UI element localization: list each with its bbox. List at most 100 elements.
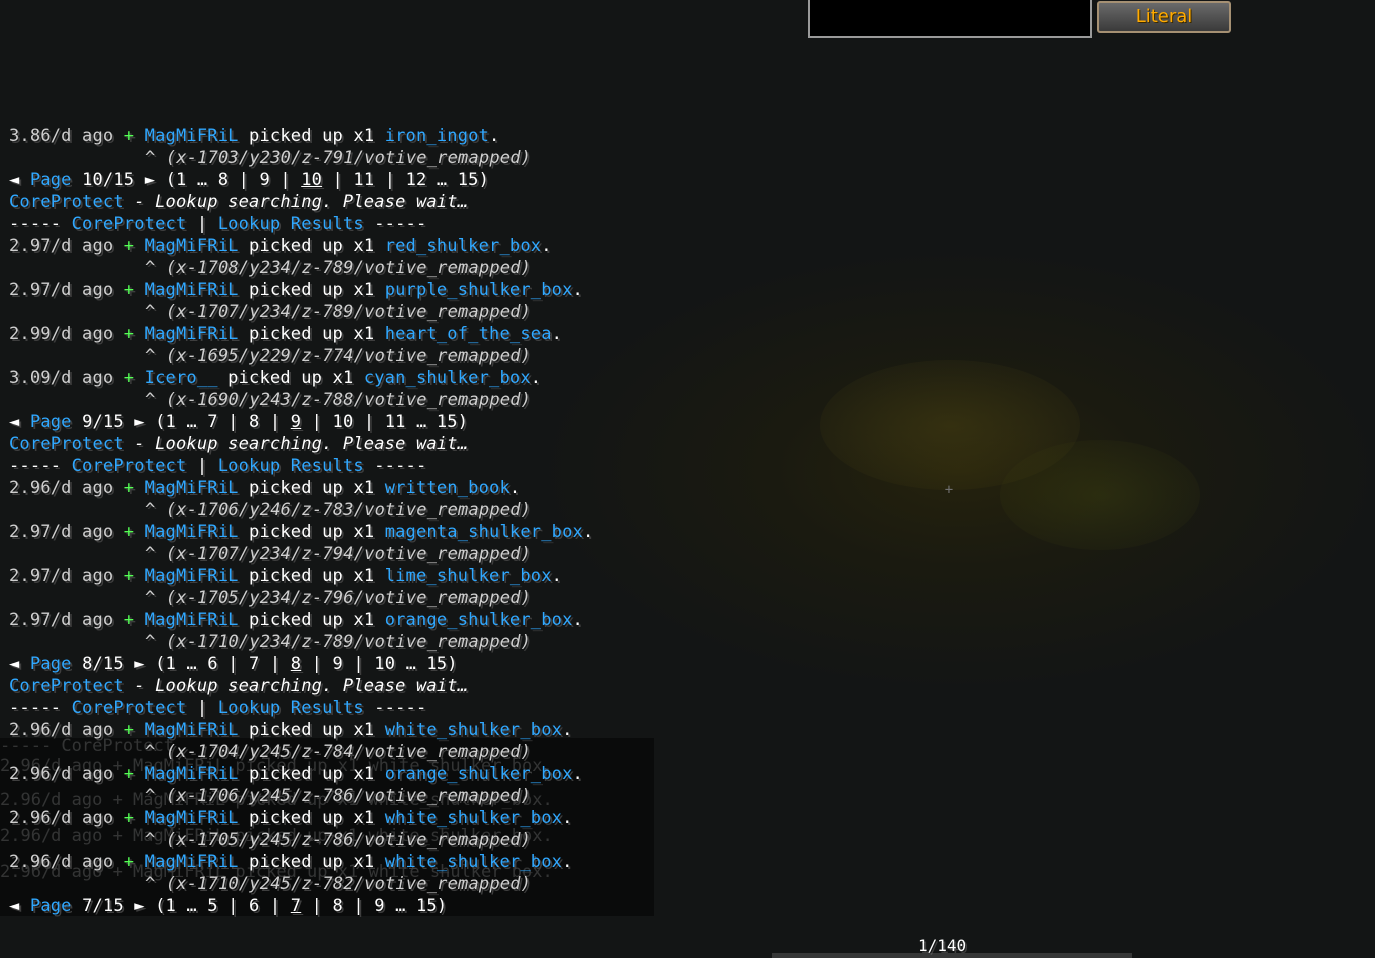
entry-period: . xyxy=(582,522,594,542)
entry-time: 2.97/d ago xyxy=(9,236,114,256)
chat-entry: 3.86/d ago + MagMiFRiL picked up x1 iron… xyxy=(9,125,499,147)
header-dashes: ----- xyxy=(9,698,72,718)
entry-item[interactable]: iron_ingot xyxy=(385,126,489,146)
entry-period: . xyxy=(489,126,500,146)
entry-item[interactable]: white_shulker_box xyxy=(385,720,562,740)
page-links[interactable]: (1 … 5 | 6 | xyxy=(155,896,291,916)
hotbar-edge xyxy=(772,953,1132,958)
current-page-link[interactable]: 10 xyxy=(301,170,322,190)
entry-coords[interactable]: ^ (x-1705/y245/z-786/votive_remapped) xyxy=(145,830,531,850)
current-page-link[interactable]: 7 xyxy=(291,896,301,916)
entry-item[interactable]: magenta_shulker_box xyxy=(385,522,583,542)
chat-entry: 2.97/d ago + MagMiFRiL picked up x1 lime… xyxy=(9,565,562,587)
prev-page-icon[interactable]: ◄ xyxy=(9,654,19,674)
chat-log[interactable]: 3.86/d ago + MagMiFRiL picked up x1 iron… xyxy=(0,0,700,958)
chat-entry: 3.09/d ago + Icero__ picked up x1 cyan_s… xyxy=(9,367,541,389)
entry-coords[interactable]: ^ (x-1703/y230/z-791/votive_remapped) xyxy=(145,148,531,168)
chat-pagination: ◄ Page 10/15 ► (1 … 8 | 9 | 10 | 11 | 12… xyxy=(9,169,489,191)
chat-entry-coords: ^ (x-1705/y234/z-796/votive_remapped) xyxy=(145,587,531,609)
entry-item[interactable]: orange_shulker_box xyxy=(385,610,573,630)
entry-player[interactable]: MagMiFRiL xyxy=(145,324,239,344)
entry-item[interactable]: cyan_shulker_box xyxy=(364,368,531,388)
entry-item[interactable]: red_shulker_box xyxy=(385,236,542,256)
suggestion-literal-button[interactable]: Literal xyxy=(1097,1,1231,33)
chat-pagination: ◄ Page 8/15 ► (1 … 6 | 7 | 8 | 9 | 10 … … xyxy=(9,653,458,675)
entry-item[interactable]: written_book xyxy=(385,478,510,498)
command-input[interactable] xyxy=(808,0,1092,38)
entry-player[interactable]: MagMiFRiL xyxy=(145,852,239,872)
entry-player[interactable]: MagMiFRiL xyxy=(145,126,239,146)
next-page-icon[interactable]: ► xyxy=(145,170,155,190)
entry-coords[interactable]: ^ (x-1706/y246/z-783/votive_remapped) xyxy=(145,500,531,520)
entry-coords[interactable]: ^ (x-1706/y245/z-786/votive_remapped) xyxy=(145,786,531,806)
prev-page-icon[interactable]: ◄ xyxy=(9,412,19,432)
next-page-icon[interactable]: ► xyxy=(134,654,144,674)
page-links[interactable]: (1 … 6 | 7 | xyxy=(155,654,291,674)
entry-item[interactable]: orange_shulker_box xyxy=(385,764,573,784)
page-links[interactable]: (1 … 8 | 9 | xyxy=(166,170,302,190)
chat-entry-coords: ^ (x-1703/y230/z-791/votive_remapped) xyxy=(145,147,531,169)
entry-item[interactable]: lime_shulker_box xyxy=(385,566,552,586)
coreprotect-brand: CoreProtect xyxy=(71,698,187,718)
entry-coords[interactable]: ^ (x-1708/y234/z-789/votive_remapped) xyxy=(145,258,531,278)
next-page-icon[interactable]: ► xyxy=(134,412,144,432)
plus-icon: + xyxy=(123,478,135,498)
entry-action: picked up x1 xyxy=(249,808,375,828)
entry-item[interactable]: purple_shulker_box xyxy=(385,280,573,300)
page-number: 10/15 xyxy=(82,170,135,190)
page-label: Page xyxy=(29,412,72,432)
coreprotect-brand: CoreProtect xyxy=(71,214,187,234)
entry-coords[interactable]: ^ (x-1710/y245/z-782/votive_remapped) xyxy=(145,874,531,894)
entry-action: picked up x1 xyxy=(249,610,375,630)
page-links-after[interactable]: | 11 | 12 … 15) xyxy=(322,170,489,190)
plus-icon: + xyxy=(123,764,135,784)
entry-coords[interactable]: ^ (x-1710/y234/z-789/votive_remapped) xyxy=(145,632,531,652)
current-page-link[interactable]: 8 xyxy=(291,654,301,674)
page-links-after[interactable]: | 8 | 9 … 15) xyxy=(301,896,447,916)
entry-coords[interactable]: ^ (x-1707/y234/z-789/votive_remapped) xyxy=(145,302,531,322)
entry-coords[interactable]: ^ (x-1704/y245/z-784/votive_remapped) xyxy=(145,742,531,762)
entry-period: . xyxy=(509,478,521,498)
coreprotect-brand: CoreProtect xyxy=(71,456,187,476)
page-links-after[interactable]: | 9 | 10 … 15) xyxy=(301,654,458,674)
entry-item[interactable]: heart_of_the_sea xyxy=(385,324,552,344)
entry-item[interactable]: white_shulker_box xyxy=(385,852,562,872)
entry-player[interactable]: Icero__ xyxy=(145,368,218,388)
entry-action: picked up x1 xyxy=(249,720,375,740)
entry-time: 3.09/d ago xyxy=(9,368,114,388)
header-dashes: ----- xyxy=(363,698,427,718)
entry-player[interactable]: MagMiFRiL xyxy=(145,764,239,784)
entry-coords[interactable]: ^ (x-1705/y234/z-796/votive_remapped) xyxy=(145,588,531,608)
prev-page-icon[interactable]: ◄ xyxy=(9,170,19,190)
entry-time: 2.97/d ago xyxy=(9,522,114,542)
status-text: - Lookup searching. Please wait… xyxy=(123,192,469,212)
entry-period: . xyxy=(572,610,583,630)
page-links[interactable]: (1 … 7 | 8 | xyxy=(155,412,291,432)
header-dashes: ----- xyxy=(363,214,427,234)
plus-icon: + xyxy=(123,610,135,630)
chat-results-header: ----- CoreProtect | Lookup Results ----- xyxy=(9,213,426,235)
entry-action: picked up x1 xyxy=(249,126,375,146)
entry-player[interactable]: MagMiFRiL xyxy=(145,566,239,586)
chat-entry: 2.96/d ago + MagMiFRiL picked up x1 whit… xyxy=(9,851,573,873)
entry-player[interactable]: MagMiFRiL xyxy=(145,720,239,740)
entry-player[interactable]: MagMiFRiL xyxy=(145,808,239,828)
entry-item[interactable]: white_shulker_box xyxy=(385,808,562,828)
page-links-after[interactable]: | 10 | 11 … 15) xyxy=(301,412,468,432)
entry-player[interactable]: MagMiFRiL xyxy=(145,522,239,542)
prev-page-icon[interactable]: ◄ xyxy=(9,896,19,916)
chat-entry: 2.97/d ago + MagMiFRiL picked up x1 purp… xyxy=(9,279,583,301)
current-page-link[interactable]: 9 xyxy=(291,412,301,432)
entry-coords[interactable]: ^ (x-1695/y229/z-774/votive_remapped) xyxy=(145,346,531,366)
coreprotect-brand: CoreProtect xyxy=(9,434,124,454)
next-page-icon[interactable]: ► xyxy=(134,896,144,916)
entry-player[interactable]: MagMiFRiL xyxy=(145,280,239,300)
entry-action: picked up x1 xyxy=(249,280,375,300)
entry-player[interactable]: MagMiFRiL xyxy=(145,478,239,498)
entry-player[interactable]: MagMiFRiL xyxy=(145,610,239,630)
entry-coords[interactable]: ^ (x-1707/y234/z-794/votive_remapped) xyxy=(145,544,531,564)
entry-coords[interactable]: ^ (x-1690/y243/z-788/votive_remapped) xyxy=(145,390,531,410)
plus-icon: + xyxy=(123,852,135,872)
chat-entry-coords: ^ (x-1704/y245/z-784/votive_remapped) xyxy=(145,741,531,763)
entry-player[interactable]: MagMiFRiL xyxy=(145,236,239,256)
